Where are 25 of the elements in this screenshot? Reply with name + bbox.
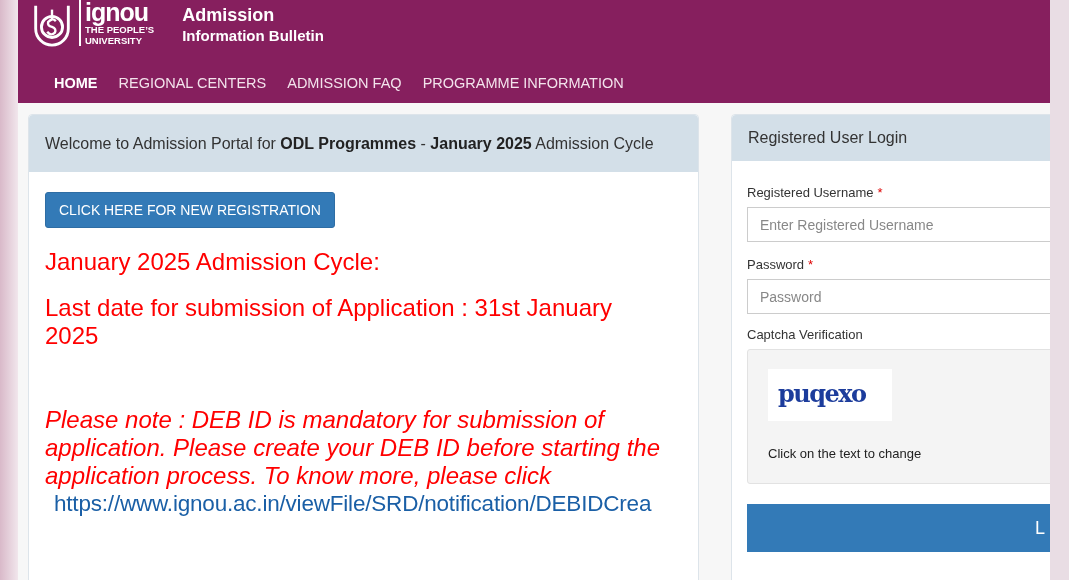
logo-wordmark: ignou (85, 0, 150, 24)
login-button[interactable]: L (747, 504, 1050, 552)
site-subtitle: Information Bulletin (182, 26, 324, 46)
captcha-image[interactable]: puqexo (768, 369, 892, 421)
new-registration-button[interactable]: CLICK HERE FOR NEW REGISTRATION (45, 192, 335, 228)
welcome-heading: Welcome to Admission Portal for ODL Programmes - January 2025 Admission Cycle (45, 134, 654, 153)
required-mark: * (877, 185, 883, 200)
required-mark: * (808, 257, 814, 272)
input-field[interactable]: Enter Registered Username (747, 207, 1050, 242)
nav-link[interactable]: PROGRAMME INFORMATION (422, 73, 624, 93)
captcha-label: Captcha Verification (747, 327, 864, 342)
nav-link[interactable]: HOME (54, 73, 98, 93)
notice-text: January 2025 Admission Cycle: (45, 248, 381, 276)
notification-link[interactable]: https://www.ignou.ac.in/viewFile/SRD/notification/DEBIDCrea (54, 490, 682, 518)
input-field[interactable]: Password (747, 279, 1050, 314)
logo-tagline: UNIVERSITY (85, 35, 143, 46)
notice-text: Last date for submission of Application : 31st January 2025 (45, 294, 613, 350)
field-label: Registered Username (747, 185, 874, 200)
site-title: Admission (182, 5, 276, 26)
nav-link[interactable]: ADMISSION FAQ (287, 73, 402, 93)
field-label: Password (747, 257, 805, 272)
note-text: Please note : DEB ID is mandatory for submission of application. Please create your DEB ID before starting the application process. To know more, please click (45, 406, 661, 490)
login-title: Registered User Login (748, 129, 908, 147)
captcha-hint: Click on the text to change (768, 446, 923, 461)
nav-link[interactable]: REGIONAL CENTERS (118, 73, 267, 93)
